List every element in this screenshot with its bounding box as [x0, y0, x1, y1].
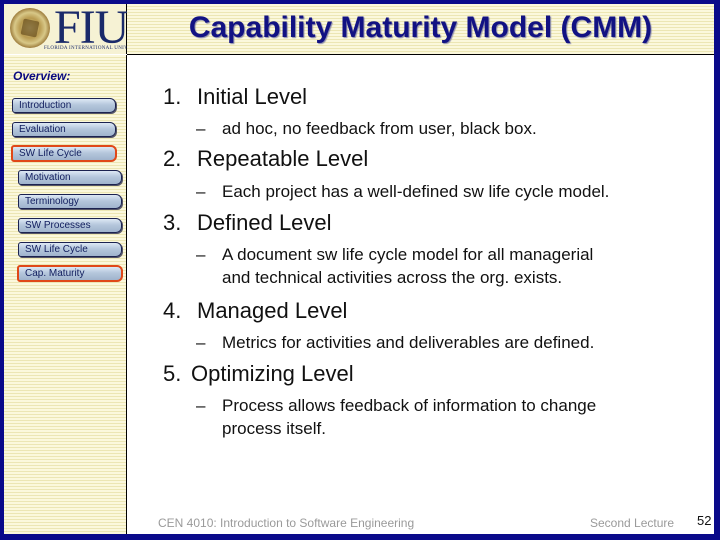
nav-item-label: Evaluation	[19, 124, 66, 135]
nav-item-sw-life-cycle[interactable]: SW Life Cycle	[11, 145, 117, 162]
nav-item-label: SW Life Cycle	[25, 244, 88, 255]
detail-text: process itself.	[222, 419, 326, 438]
dash-bullet: –	[196, 333, 206, 352]
detail-text: and technical activities across the org.…	[222, 268, 563, 287]
fiu-logo: FIU FLORIDA INTERNATIONAL UNIVERSITY	[4, 1, 147, 54]
nav-item-label: Cap. Maturity	[25, 268, 85, 279]
level-detail: – Metrics for activities and deliverables…	[196, 331, 594, 354]
level-title: Repeatable Level	[197, 146, 369, 171]
overview-label: Overview:	[13, 69, 71, 83]
nav-item-sw-processes[interactable]: SW Processes	[18, 218, 122, 233]
nav-item-terminology[interactable]: Terminology	[18, 194, 122, 209]
footer-course: CEN 4010: Introduction to Software Engin…	[158, 516, 415, 530]
nav-item-evaluation[interactable]: Evaluation	[12, 122, 116, 137]
level-number: 1.	[163, 84, 182, 109]
nav-item-label: Introduction	[19, 100, 72, 111]
sidebar: Overview: Introduction Evaluation SW Lif…	[4, 55, 127, 534]
slide-content: 1. Initial Level – ad hoc, no feedback fro…	[130, 60, 710, 530]
level-detail: – ad hoc, no feedback from user, black bo…	[196, 117, 537, 140]
footer-lecture: Second Lecture	[590, 516, 675, 530]
level-title: Optimizing Level	[191, 361, 354, 386]
level-title: Initial Level	[197, 84, 308, 109]
nav-item-motivation[interactable]: Motivation	[18, 170, 122, 185]
level-detail: – A document sw life cycle model for all …	[196, 243, 593, 289]
level-title: Managed Level	[197, 298, 348, 323]
level-title: Defined Level	[197, 210, 332, 235]
detail-text: A document sw life cycle model for all m…	[222, 245, 594, 264]
level-number: 3.	[163, 210, 182, 235]
dash-bullet: –	[196, 245, 206, 264]
level-number: 2.	[163, 146, 182, 171]
level-item: 3. Defined Level	[163, 210, 332, 236]
level-number: 4.	[163, 298, 182, 323]
level-item: 2. Repeatable Level	[163, 146, 368, 172]
dash-bullet: –	[196, 182, 206, 201]
nav-item-label: Terminology	[25, 196, 79, 207]
nav-item-label: Motivation	[25, 172, 71, 183]
nav-item-sw-life-cycle-sub[interactable]: SW Life Cycle	[18, 242, 122, 257]
nav-item-label: SW Life Cycle	[19, 148, 82, 159]
detail-text: Each project has a well-defined sw life …	[222, 182, 610, 201]
detail-text: ad hoc, no feedback from user, black box…	[222, 119, 537, 138]
level-number: 5.	[163, 361, 182, 386]
detail-text: Process allows feedback of information t…	[222, 396, 597, 415]
level-detail: – Process allows feedback of information …	[196, 394, 596, 440]
level-item: 1. Initial Level	[163, 84, 307, 110]
level-detail: – Each project has a well-defined sw life…	[196, 180, 609, 203]
detail-text: Metrics for activities and deliverables …	[222, 333, 595, 352]
nav-item-cap-maturity[interactable]: Cap. Maturity	[17, 265, 123, 282]
slide-title: Capability Maturity Model (CMM)	[188, 11, 653, 44]
dash-bullet: –	[196, 119, 206, 138]
university-seal-icon	[10, 8, 50, 48]
level-item: 4. Managed Level	[163, 298, 347, 324]
page-number: 52	[697, 513, 712, 528]
nav-item-introduction[interactable]: Introduction	[12, 98, 116, 113]
level-item: 5. Optimizing Level	[163, 361, 354, 387]
dash-bullet: –	[196, 396, 206, 415]
nav-item-label: SW Processes	[25, 220, 91, 231]
title-band: Capability Maturity Model (CMM)	[127, 4, 714, 55]
